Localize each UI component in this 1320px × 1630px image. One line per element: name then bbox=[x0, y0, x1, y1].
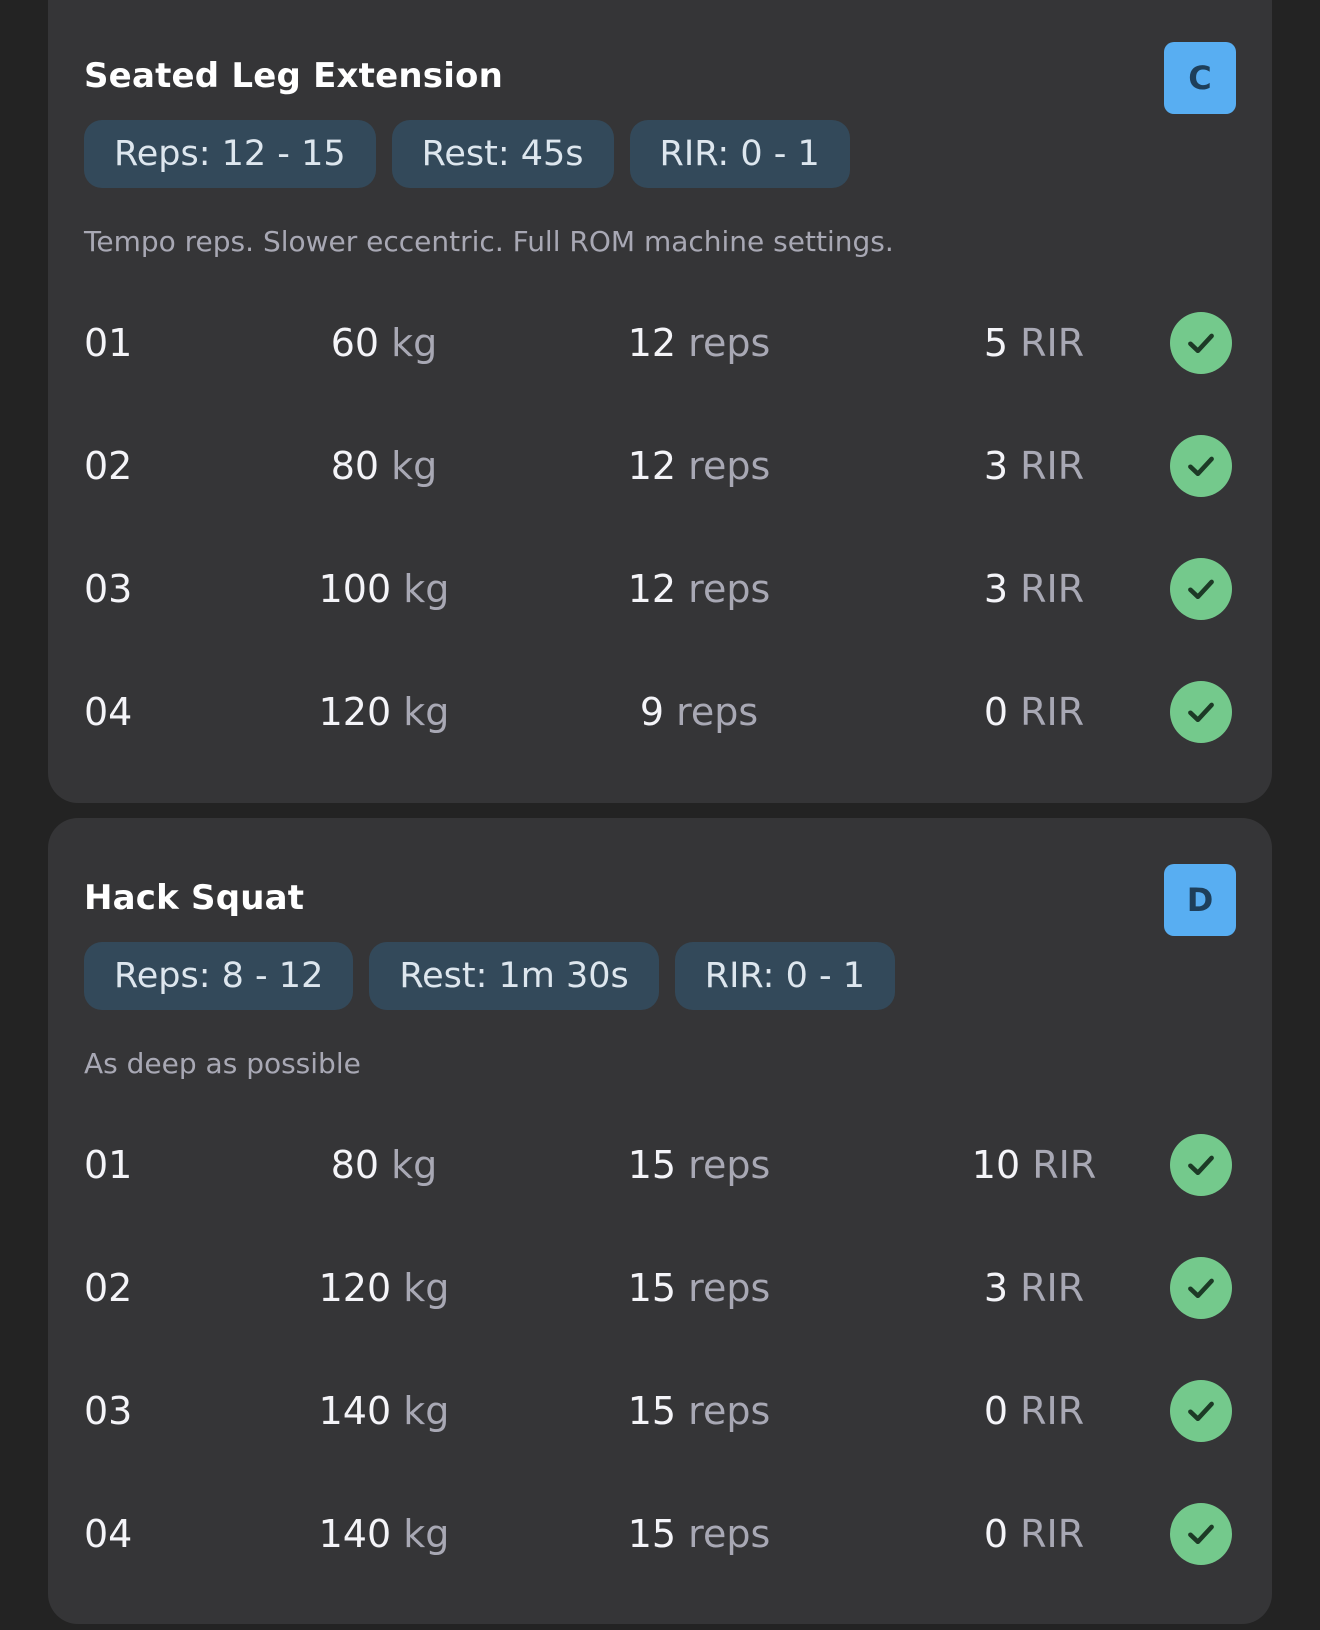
check-icon[interactable] bbox=[1170, 1257, 1232, 1319]
set-number: 01 bbox=[84, 1143, 133, 1187]
set-row: 03 140 kg 15 reps 0 RIR bbox=[84, 1380, 1236, 1442]
target-chips: Reps: 8 - 12 Rest: 1m 30s RIR: 0 - 1 bbox=[84, 942, 895, 1010]
set-number: 04 bbox=[84, 690, 133, 734]
reps-target-chip: Reps: 12 - 15 bbox=[84, 120, 376, 188]
check-icon[interactable] bbox=[1170, 312, 1232, 374]
set-reps[interactable]: 15 reps bbox=[589, 1381, 809, 1441]
check-icon[interactable] bbox=[1170, 1503, 1232, 1565]
check-icon[interactable] bbox=[1170, 681, 1232, 743]
set-rir[interactable]: 5 RIR bbox=[924, 313, 1144, 373]
exercise-note: As deep as possible bbox=[84, 1047, 361, 1080]
set-row: 04 140 kg 15 reps 0 RIR bbox=[84, 1503, 1236, 1565]
set-weight[interactable]: 80 kg bbox=[274, 1135, 494, 1195]
set-row: 01 60 kg 12 reps 5 RIR bbox=[84, 312, 1236, 374]
set-reps[interactable]: 15 reps bbox=[589, 1504, 809, 1564]
exercise-card: Hack Squat D Reps: 8 - 12 Rest: 1m 30s R… bbox=[48, 818, 1272, 1624]
target-chips: Reps: 12 - 15 Rest: 45s RIR: 0 - 1 bbox=[84, 120, 850, 188]
set-weight[interactable]: 140 kg bbox=[274, 1504, 494, 1564]
check-icon[interactable] bbox=[1170, 1134, 1232, 1196]
reps-target-chip: Reps: 8 - 12 bbox=[84, 942, 354, 1010]
set-number: 01 bbox=[84, 321, 133, 365]
set-weight[interactable]: 120 kg bbox=[274, 1258, 494, 1318]
set-reps[interactable]: 9 reps bbox=[589, 682, 809, 742]
superset-letter-badge[interactable]: C bbox=[1164, 42, 1236, 114]
set-row: 04 120 kg 9 reps 0 RIR bbox=[84, 681, 1236, 743]
set-rir[interactable]: 0 RIR bbox=[924, 1381, 1144, 1441]
set-rir[interactable]: 3 RIR bbox=[924, 436, 1144, 496]
set-reps[interactable]: 12 reps bbox=[589, 313, 809, 373]
set-rir[interactable]: 3 RIR bbox=[924, 1258, 1144, 1318]
set-row: 01 80 kg 15 reps 10 RIR bbox=[84, 1134, 1236, 1196]
rir-target-chip: RIR: 0 - 1 bbox=[674, 942, 895, 1010]
set-reps[interactable]: 12 reps bbox=[589, 559, 809, 619]
exercise-title: Hack Squat bbox=[84, 878, 305, 918]
check-icon[interactable] bbox=[1170, 1380, 1232, 1442]
set-number: 02 bbox=[84, 444, 133, 488]
rir-target-chip: RIR: 0 - 1 bbox=[629, 120, 850, 188]
set-weight[interactable]: 100 kg bbox=[274, 559, 494, 619]
set-row: 02 120 kg 15 reps 3 RIR bbox=[84, 1257, 1236, 1319]
rest-target-chip: Rest: 45s bbox=[391, 120, 614, 188]
set-rir[interactable]: 0 RIR bbox=[924, 1504, 1144, 1564]
set-rir[interactable]: 0 RIR bbox=[924, 682, 1144, 742]
superset-letter-badge[interactable]: D bbox=[1164, 864, 1236, 936]
set-row: 03 100 kg 12 reps 3 RIR bbox=[84, 558, 1236, 620]
check-icon[interactable] bbox=[1170, 558, 1232, 620]
set-weight[interactable]: 140 kg bbox=[274, 1381, 494, 1441]
set-weight[interactable]: 80 kg bbox=[274, 436, 494, 496]
exercise-title: Seated Leg Extension bbox=[84, 56, 504, 96]
set-reps[interactable]: 15 reps bbox=[589, 1258, 809, 1318]
exercise-note: Tempo reps. Slower eccentric. Full ROM m… bbox=[84, 225, 894, 258]
set-number: 03 bbox=[84, 567, 133, 611]
check-icon[interactable] bbox=[1170, 435, 1232, 497]
set-number: 04 bbox=[84, 1512, 133, 1556]
rest-target-chip: Rest: 1m 30s bbox=[369, 942, 659, 1010]
set-weight[interactable]: 120 kg bbox=[274, 682, 494, 742]
set-rir[interactable]: 10 RIR bbox=[924, 1135, 1144, 1195]
set-rir[interactable]: 3 RIR bbox=[924, 559, 1144, 619]
set-reps[interactable]: 12 reps bbox=[589, 436, 809, 496]
set-weight[interactable]: 60 kg bbox=[274, 313, 494, 373]
set-number: 02 bbox=[84, 1266, 133, 1310]
set-reps[interactable]: 15 reps bbox=[589, 1135, 809, 1195]
exercise-card: Seated Leg Extension C Reps: 12 - 15 Res… bbox=[48, 0, 1272, 803]
set-number: 03 bbox=[84, 1389, 133, 1433]
set-row: 02 80 kg 12 reps 3 RIR bbox=[84, 435, 1236, 497]
